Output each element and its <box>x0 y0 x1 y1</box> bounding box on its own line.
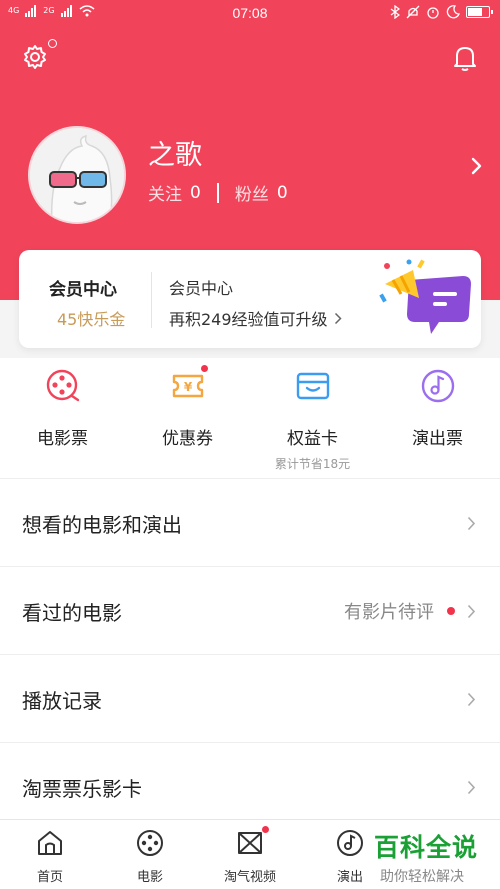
svg-text:¥: ¥ <box>183 380 192 394</box>
shortcut-coupons[interactable]: ¥ 优惠券 <box>125 364 250 449</box>
home-icon <box>35 828 65 858</box>
shortcut-movie-tickets[interactable]: 电影票 <box>0 368 125 449</box>
shortcut-grid: 电影票 ¥ 优惠券 权益卡 累计节省18元 演出票 <box>0 358 500 478</box>
chevron-right-icon <box>467 780 476 795</box>
member-card-divider <box>151 272 152 328</box>
shortcut-label: 演出票 <box>412 429 463 449</box>
shortcut-label: 优惠券 <box>162 429 213 449</box>
avatar[interactable] <box>28 126 126 224</box>
tab-label: 电影 <box>136 870 163 885</box>
video-icon <box>235 825 270 858</box>
member-upgrade-text: 再积249经验值可升级 <box>169 306 342 330</box>
list-item-label: 看过的电影 <box>22 601 122 625</box>
member-card-title: 会员中心 <box>49 280 117 300</box>
follow-stats: 关注 0 粉丝 0 <box>148 180 288 205</box>
shortcut-show-tickets[interactable]: 演出票 <box>375 368 500 449</box>
list-item-play-history[interactable]: 播放记录 <box>0 654 500 742</box>
menu-list: 想看的电影和演出 看过的电影 有影片待评 播放记录 淘票票乐影卡 <box>0 478 500 830</box>
chevron-right-icon <box>467 516 476 531</box>
watermark: 百科全说 助你轻松解决 <box>374 828 496 886</box>
fans-label[interactable]: 粉丝 <box>235 180 269 205</box>
film-reel-icon <box>45 368 81 404</box>
music-note-icon <box>420 368 456 404</box>
mute-icon <box>406 5 420 19</box>
bluetooth-icon <box>390 5 400 19</box>
username[interactable]: 之歌 <box>148 133 202 172</box>
follow-divider <box>216 182 219 203</box>
member-coins: 45快乐金 <box>57 310 126 329</box>
settings-gear-icon[interactable] <box>22 44 48 70</box>
tab-label: 首页 <box>36 870 63 885</box>
watermark-title: 百科全说 <box>374 833 479 862</box>
fans-count[interactable]: 0 <box>277 183 288 203</box>
battery-icon <box>466 6 493 18</box>
list-item-movie-card[interactable]: 淘票票乐影卡 <box>0 742 500 830</box>
coupon-badge-dot <box>199 364 209 373</box>
tab-label: 淘气视频 <box>223 870 276 885</box>
list-item-label: 淘票票乐影卡 <box>22 777 142 801</box>
shortcut-label: 权益卡 <box>287 429 338 449</box>
notification-bell-icon[interactable] <box>452 44 478 72</box>
music-note-icon <box>335 828 365 858</box>
film-reel-icon <box>135 828 165 858</box>
shortcut-benefit-card[interactable]: 权益卡 累计节省18元 <box>250 368 375 472</box>
moon-icon <box>446 5 460 19</box>
member-upgrade-desc: 再积249经验值可升级 <box>169 310 328 329</box>
watermark-subtitle: 助你轻松解决 <box>380 869 464 885</box>
member-card-subtitle: 会员中心 <box>169 279 234 298</box>
party-popper-icon <box>379 259 471 334</box>
list-item-watched[interactable]: 看过的电影 有影片待评 <box>0 566 500 654</box>
alarm-icon <box>427 7 439 19</box>
video-badge-dot <box>261 825 270 834</box>
shortcut-label: 电影票 <box>37 429 88 449</box>
benefit-savings-text: 累计节省18元 <box>274 457 351 471</box>
card-wallet-icon <box>295 368 331 404</box>
tab-home[interactable]: 首页 <box>0 828 100 885</box>
follow-count[interactable]: 0 <box>190 183 201 203</box>
tab-movies[interactable]: 电影 <box>100 828 200 885</box>
status-bar: 4G 2G 07:08 <box>0 0 500 26</box>
chevron-right-icon <box>467 692 476 707</box>
settings-dot-icon <box>48 39 57 48</box>
avatar-image <box>30 128 124 222</box>
member-center-card[interactable]: 会员中心 45快乐金 会员中心 再积249经验值可升级 <box>19 250 481 348</box>
pending-review-text: 有影片待评 <box>344 602 434 623</box>
chevron-right-icon <box>467 604 476 619</box>
follow-label[interactable]: 关注 <box>148 180 182 205</box>
list-item-label: 播放记录 <box>22 689 102 713</box>
list-item-wishlist[interactable]: 想看的电影和演出 <box>0 478 500 566</box>
tab-videos[interactable]: 淘气视频 <box>200 825 300 885</box>
coupon-icon: ¥ <box>170 364 209 404</box>
list-item-label: 想看的电影和演出 <box>22 513 182 537</box>
chevron-right-icon <box>334 312 342 324</box>
profile-chevron-right-icon[interactable] <box>470 156 482 176</box>
pending-review-dot <box>447 607 455 615</box>
